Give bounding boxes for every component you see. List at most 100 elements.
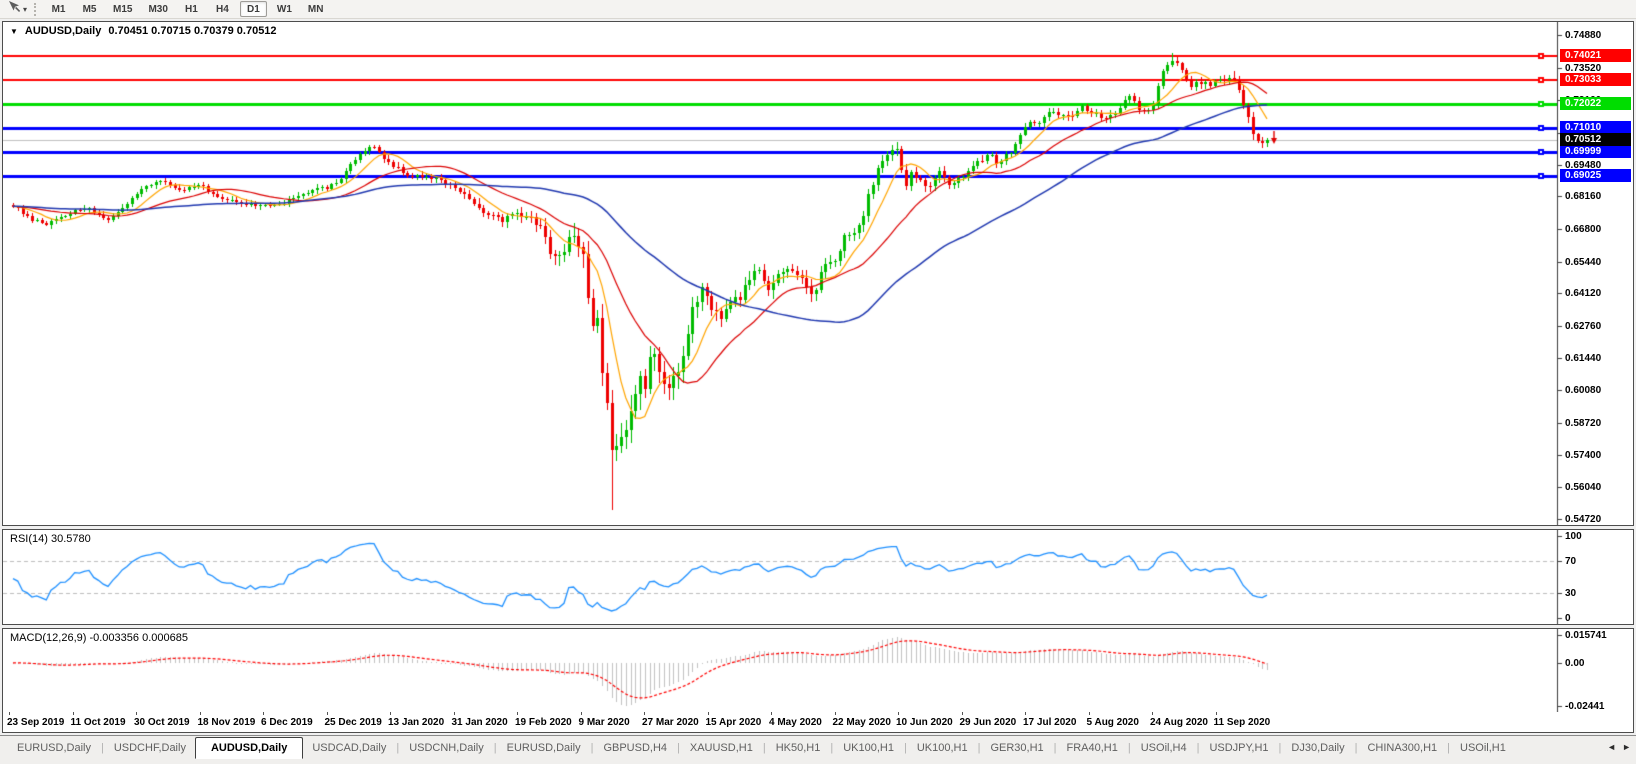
date-axis-label: 19 Feb 2020	[515, 717, 572, 728]
tab-eurusd-daily[interactable]: EURUSD,Daily	[498, 739, 590, 757]
tab-uk100-h1[interactable]: UK100,H1	[908, 739, 977, 757]
hline-price-tag[interactable]: 0.72022	[1560, 97, 1631, 110]
date-axis-label: 24 Aug 2020	[1150, 717, 1208, 728]
date-tick	[898, 712, 899, 715]
macd-canvas[interactable]	[3, 629, 1633, 712]
rsi-canvas[interactable]	[3, 530, 1633, 624]
timeframe-button-m15[interactable]: M15	[107, 1, 138, 17]
date-tick	[136, 712, 137, 715]
current-price-tag: 0.70512	[1560, 133, 1631, 146]
macd-pane: MACD(12,26,9) -0.003356 0.000685 0.01574…	[2, 628, 1634, 713]
main-chart-canvas[interactable]	[3, 22, 1633, 525]
date-tick	[72, 712, 74, 715]
price-tick-label: 0.57400	[1565, 450, 1602, 461]
date-tick	[707, 712, 709, 715]
date-tick	[453, 712, 455, 715]
date-axis-label: 18 Nov 2019	[197, 717, 256, 728]
tab-usdcad-daily[interactable]: USDCAD,Daily	[303, 739, 395, 757]
tab-scroll-controls: ◄ ►	[1607, 742, 1631, 752]
rsi-pane: RSI(14) 30.5780 100 70 30 0	[2, 529, 1634, 625]
date-tick	[9, 712, 10, 715]
rsi-tick-label: 70	[1565, 556, 1577, 567]
tab-gbpusd-h4[interactable]: GBPUSD,H4	[594, 739, 676, 757]
date-axis-label: 5 Aug 2020	[1086, 717, 1139, 728]
date-tick	[199, 712, 201, 715]
chart-tabs: EURUSD,Daily | USDCHF,Daily AUDUSD,Daily USD…	[8, 737, 1515, 759]
tab-usdjpy-h1[interactable]: USDJPY,H1	[1200, 739, 1277, 757]
date-axis-label: 13 Jan 2020	[388, 717, 445, 728]
rsi-label: RSI(14) 30.5780	[10, 533, 91, 545]
timeframe-button-m5[interactable]: M5	[76, 1, 103, 17]
chart-tab-bar: EURUSD,Daily | USDCHF,Daily AUDUSD,Daily USD…	[0, 735, 1636, 764]
rsi-tick-label: 30	[1565, 588, 1577, 599]
chart-symbol-label: AUDUSD,Daily	[24, 25, 102, 37]
timeframe-button-mn[interactable]: MN	[302, 1, 330, 17]
date-axis-label: 25 Dec 2019	[324, 717, 382, 728]
timeframe-button-h4[interactable]: H4	[209, 1, 236, 17]
macd-tick-label: 0.015741	[1565, 630, 1607, 641]
timeframe-button-m1[interactable]: M1	[45, 1, 72, 17]
timeframe-button-w1[interactable]: W1	[271, 1, 298, 17]
toolbar: ▾ M1 M5 M15 M30 H1 H4 D1 W1 MN	[0, 0, 1636, 19]
tab-usdchf-daily[interactable]: USDCHF,Daily	[105, 739, 195, 757]
tab-fra40-h1[interactable]: FRA40,H1	[1058, 739, 1127, 757]
date-tick	[961, 712, 963, 715]
price-tick-label: 0.61440	[1565, 353, 1602, 364]
date-tick	[1215, 712, 1217, 715]
price-tick-label: 0.64120	[1565, 288, 1602, 299]
date-tick	[580, 712, 582, 715]
timeframe-button-m30[interactable]: M30	[142, 1, 173, 17]
date-axis-label: 11 Oct 2019	[70, 717, 126, 728]
price-tick-label: 0.74880	[1565, 30, 1602, 41]
date-axis-label: 6 Dec 2019	[261, 717, 313, 728]
cursor-tool-button[interactable]: ▾	[4, 1, 30, 18]
tab-scroll-right-button[interactable]: ►	[1622, 742, 1631, 752]
tab-xauusd-h1[interactable]: XAUUSD,H1	[681, 739, 762, 757]
chart-window: ▼ AUDUSD,Daily 0.70451 0.70715 0.70379 0…	[2, 21, 1634, 733]
tab-hk50-h1[interactable]: HK50,H1	[767, 739, 830, 757]
price-tick-label: 0.54720	[1565, 514, 1602, 525]
price-tick-label: 0.65440	[1565, 257, 1602, 268]
date-tick	[1088, 712, 1090, 715]
date-axis-label: 17 Jul 2020	[1023, 717, 1077, 728]
collapse-triangle-icon[interactable]: ▼	[10, 27, 18, 36]
tab-uk100-h1[interactable]: UK100,H1	[834, 739, 903, 757]
macd-tick-label: 0.00	[1565, 658, 1585, 669]
hline-price-tag[interactable]: 0.74021	[1560, 49, 1631, 62]
date-axis-label: 10 Jun 2020	[896, 717, 953, 728]
tab-scroll-left-button[interactable]: ◄	[1607, 742, 1616, 752]
date-axis-label: 29 Jun 2020	[959, 717, 1017, 728]
date-axis-label: 23 Sep 2019	[7, 717, 65, 728]
chart-title: ▼ AUDUSD,Daily 0.70451 0.70715 0.70379 0…	[10, 25, 277, 37]
date-axis-label: 4 May 2020	[769, 717, 822, 728]
tab-ger30-h1[interactable]: GER30,H1	[981, 739, 1052, 757]
hline-price-tag[interactable]: 0.73033	[1560, 73, 1631, 86]
date-axis-label: 11 Sep 2020	[1213, 717, 1271, 728]
hline-price-tag[interactable]: 0.69025	[1560, 169, 1631, 182]
chevron-down-icon[interactable]: ▾	[23, 5, 27, 14]
tab-eurusd-daily[interactable]: EURUSD,Daily	[8, 739, 100, 757]
date-axis-label: 22 May 2020	[832, 717, 891, 728]
timeframe-button-d1[interactable]: D1	[239, 1, 267, 17]
date-axis-label: 15 Apr 2020	[705, 717, 762, 728]
tab-usoil-h1[interactable]: USOil,H1	[1451, 739, 1515, 757]
tab-dj30-daily[interactable]: DJ30,Daily	[1282, 739, 1353, 757]
date-tick	[390, 712, 391, 715]
tab-usoil-h4[interactable]: USOil,H4	[1132, 739, 1196, 757]
toolbar-grip-handle[interactable]	[34, 2, 39, 16]
tab-audusd-daily[interactable]: AUDUSD,Daily	[194, 737, 304, 759]
tab-usdcnh-daily[interactable]: USDCNH,Daily	[400, 739, 493, 757]
price-tick-label: 0.62760	[1565, 321, 1602, 332]
tab-china300-h1[interactable]: CHINA300,H1	[1358, 739, 1446, 757]
date-tick	[1152, 712, 1153, 715]
hline-price-tag[interactable]: 0.69999	[1560, 145, 1631, 158]
date-axis-label: 30 Oct 2019	[134, 717, 190, 728]
date-tick	[644, 712, 645, 715]
crosshair-tool-icon[interactable]	[7, 0, 21, 18]
price-tick-label: 0.56040	[1565, 482, 1602, 493]
rsi-tick-label: 0	[1565, 613, 1571, 624]
date-tick	[263, 712, 264, 715]
chart-ohlc-values: 0.70451 0.70715 0.70379 0.70512	[108, 25, 277, 37]
price-tick-label: 0.58720	[1565, 418, 1602, 429]
timeframe-button-h1[interactable]: H1	[178, 1, 205, 17]
